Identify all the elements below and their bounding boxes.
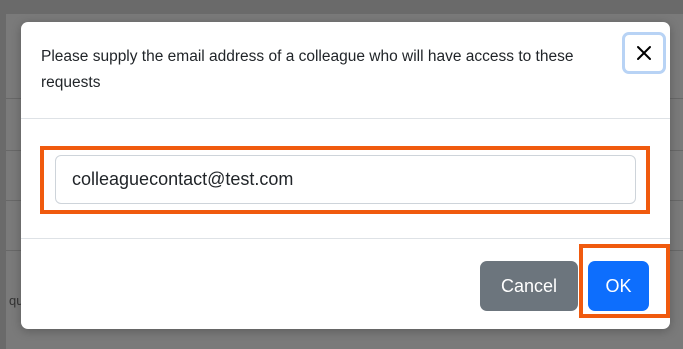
colleague-email-input[interactable] — [55, 155, 636, 204]
close-icon — [637, 46, 651, 60]
close-button[interactable] — [622, 32, 666, 74]
dialog-footer: Cancel OK — [21, 239, 670, 329]
dialog-prompt: Please supply the email address of a col… — [41, 48, 574, 91]
cancel-button[interactable]: Cancel — [480, 261, 578, 311]
colleague-email-dialog: Please supply the email address of a col… — [21, 22, 670, 329]
dialog-header: Please supply the email address of a col… — [21, 22, 670, 119]
dialog-body — [21, 119, 670, 239]
ok-highlight-box — [579, 244, 670, 318]
